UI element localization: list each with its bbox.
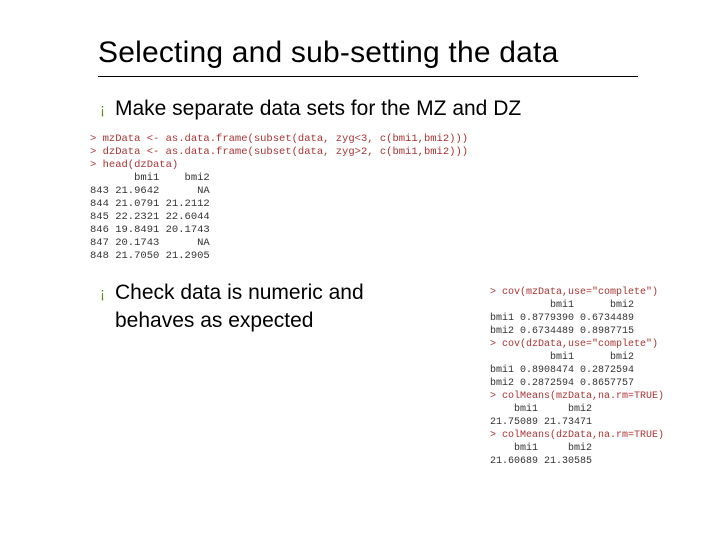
code2-l1: > cov(mzData,use="complete") [490, 287, 658, 298]
bullet-1-text: Make separate data sets for the MZ and D… [115, 95, 521, 123]
code-block-1: > mzData <- as.data.frame(subset(data, z… [90, 133, 664, 263]
code1-l1: > mzData <- as.data.frame(subset(data, z… [90, 133, 468, 145]
bullet-marker: ¡ [100, 281, 105, 307]
code2-l11: 21.75089 21.73471 [490, 417, 592, 428]
code1-l4: bmi1 bmi2 [90, 172, 210, 184]
code2-l3: bmi1 0.8779390 0.6734489 [490, 313, 634, 324]
code2-l9: > colMeans(mzData,na.rm=TRUE) [490, 391, 664, 402]
title-rule [98, 76, 638, 77]
code-block-2: > cov(mzData,use="complete") bmi1 bmi2 b… [490, 286, 664, 468]
code2-l5: > cov(dzData,use="complete") [490, 339, 658, 350]
code2-l2: bmi1 bmi2 [490, 300, 634, 311]
code1-l10: 848 21.7050 21.2905 [90, 250, 210, 262]
code2-l13: bmi1 bmi2 [490, 443, 592, 454]
bullet-marker: ¡ [100, 97, 105, 123]
code1-l5: 843 21.9642 NA [90, 185, 210, 197]
slide-title: Selecting and sub-setting the data [98, 36, 664, 70]
code2-l6: bmi1 bmi2 [490, 352, 634, 363]
bullet-2-text: Check data is numeric and behaves as exp… [115, 279, 415, 335]
code1-l8: 846 19.8491 20.1743 [90, 224, 210, 236]
bullet-1: ¡ Make separate data sets for the MZ and… [100, 95, 664, 123]
code2-l12: > colMeans(dzData,na.rm=TRUE) [490, 430, 664, 441]
code1-l7: 845 22.2321 22.6044 [90, 211, 210, 223]
code2-l4: bmi2 0.6734489 0.8987715 [490, 326, 634, 337]
code2-l10: bmi1 bmi2 [490, 404, 592, 415]
code1-l9: 847 20.1743 NA [90, 237, 210, 249]
code1-l2: > dzData <- as.data.frame(subset(data, z… [90, 146, 468, 158]
code1-l6: 844 21.0791 21.2112 [90, 198, 210, 210]
code2-l8: bmi2 0.2872594 0.8657757 [490, 378, 634, 389]
code1-l3: > head(dzData) [90, 159, 178, 171]
code2-l7: bmi1 0.8908474 0.2872594 [490, 365, 634, 376]
code2-l14: 21.60689 21.30585 [490, 456, 592, 467]
